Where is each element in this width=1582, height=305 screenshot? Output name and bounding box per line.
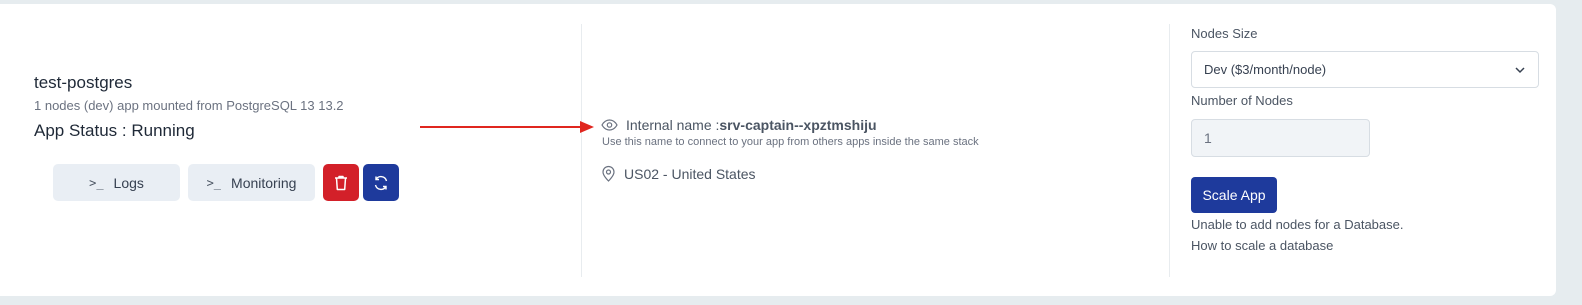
location-row: US02 - United States [601, 165, 756, 182]
nodes-size-label: Nodes Size [1191, 26, 1258, 41]
delete-button[interactable] [323, 164, 359, 201]
column-divider [1169, 24, 1170, 277]
arrow-annotation-icon [420, 121, 594, 133]
column-divider [581, 24, 582, 277]
chevron-down-icon [1515, 66, 1525, 73]
terminal-icon: >_ [89, 175, 104, 190]
scale-app-button[interactable]: Scale App [1191, 177, 1277, 213]
trash-icon [335, 175, 347, 190]
number-of-nodes-label: Number of Nodes [1191, 93, 1293, 108]
terminal-icon: >_ [206, 175, 222, 190]
monitoring-button-label: Monitoring [231, 174, 297, 191]
internal-name-row: Internal name :srv-captain--xpztmshiju [601, 117, 877, 133]
location-text: US02 - United States [624, 165, 756, 182]
scale-warning: Unable to add nodes for a Database. [1191, 217, 1404, 232]
refresh-button[interactable] [363, 164, 399, 201]
logs-button-label: Logs [113, 174, 144, 191]
scale-help-link[interactable]: How to scale a database [1191, 238, 1333, 253]
number-of-nodes-value: 1 [1204, 130, 1212, 146]
app-status: App Status : Running [34, 121, 195, 140]
logs-button[interactable]: >_ Logs [53, 164, 180, 201]
number-of-nodes-input[interactable]: 1 [1191, 119, 1370, 157]
app-subtitle: 1 nodes (dev) app mounted from PostgreSQ… [34, 98, 344, 113]
refresh-icon [374, 175, 388, 190]
nodes-size-value: Dev ($3/month/node) [1204, 62, 1327, 77]
nodes-size-select[interactable]: Dev ($3/month/node) [1191, 51, 1539, 88]
app-name: test-postgres [34, 73, 133, 92]
eye-icon [601, 119, 618, 131]
internal-name-hint: Use this name to connect to your app fro… [602, 136, 979, 148]
location-pin-icon [602, 165, 615, 182]
internal-name-value: srv-captain--xpztmshiju [719, 117, 877, 133]
internal-name-label: Internal name : [626, 117, 720, 133]
monitoring-button[interactable]: >_ Monitoring [188, 164, 315, 201]
